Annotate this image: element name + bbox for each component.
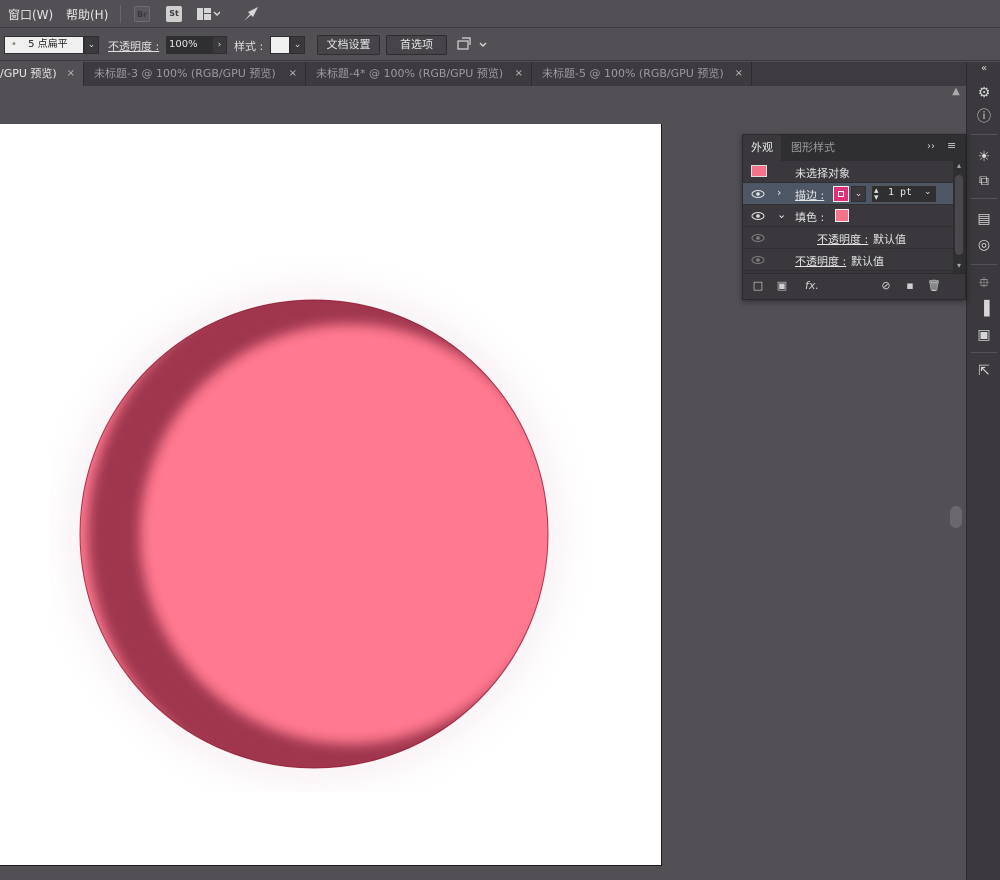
menu-window[interactable]: 窗口(W) [8, 6, 53, 23]
brush-dropdown-icon[interactable]: ⌄ [84, 36, 99, 54]
settings-gear-icon[interactable]: ⚙ [975, 84, 993, 102]
gradient-icon[interactable]: ▤ [975, 210, 993, 228]
close-icon[interactable]: × [289, 62, 297, 86]
visibility-eye-icon[interactable] [751, 187, 765, 201]
pink-circle-object[interactable] [50, 252, 590, 792]
stock-icon[interactable]: St [166, 6, 182, 22]
appearance-icon[interactable]: ☀ [975, 148, 993, 166]
artboards-icon[interactable]: ⯐ [975, 274, 993, 292]
scroll-down-icon[interactable]: ▾ [954, 261, 964, 271]
document-tab-bar: /GPU 预览) × 未标题-3 @ 100% (RGB/GPU 预览) × 未… [0, 62, 966, 86]
add-new-fill-icon[interactable]: ▣ [775, 279, 789, 293]
info-icon[interactable]: ⓘ [975, 108, 993, 126]
style-swatch[interactable] [270, 36, 290, 54]
tab-document-4[interactable]: 未标题-4* @ 100% (RGB/GPU 预览) × [306, 62, 532, 86]
stroke-row[interactable]: › 描边 : ⌄ ▴ ▾ 1 pt ⌄ [743, 183, 953, 205]
fill-color-swatch[interactable] [835, 209, 849, 222]
style-label: 样式 : [234, 40, 264, 53]
tab-label: 未标题-5 @ 100% (RGB/GPU 预览) [542, 67, 724, 80]
menu-help[interactable]: 帮助(H) [66, 6, 108, 23]
object-opacity-row[interactable]: 不透明度 : 默认值 [743, 249, 953, 271]
control-bar: • 5 点扁平 ⌄ 不透明度 : 100% › 样式 : ⌄ 文档设置 首选项 [0, 29, 1000, 61]
tab-label: 未标题-3 @ 100% (RGB/GPU 预览) [94, 67, 276, 80]
gpu-rocket-icon[interactable] [242, 5, 260, 23]
scroll-up-icon[interactable]: ▴ [954, 161, 964, 171]
tab-graphic-styles[interactable]: 图形样式 [783, 135, 843, 161]
tab-document-active[interactable]: /GPU 预览) × [0, 62, 84, 86]
menu-bar: 窗口(W) 帮助(H) Br St [0, 0, 1000, 28]
panel-scrollbar[interactable]: ▴ ▾ [953, 161, 965, 273]
brush-value: 5 点扁平 [28, 39, 68, 50]
opacity-arrow-icon[interactable]: › [212, 36, 227, 54]
scroll-up-icon[interactable]: ▲ [950, 86, 962, 102]
document-settings-button[interactable]: 文档设置 [317, 35, 380, 55]
fill-opacity-value: 默认值 [873, 233, 906, 246]
preferences-button[interactable]: 首选项 [386, 35, 447, 55]
panel-tab-bar: 外观 图形样式 ›› ≡ [743, 135, 965, 161]
tab-label: 未标题-4* @ 100% (RGB/GPU 预览) [316, 67, 504, 80]
visibility-eye-icon[interactable] [751, 209, 765, 223]
stroke-weight-dropdown-icon[interactable]: ⌄ [924, 187, 932, 197]
workspace-layout-icon[interactable] [196, 7, 221, 21]
selection-swatch [751, 165, 767, 177]
tab-label: /GPU 预览) [0, 67, 57, 80]
close-icon[interactable]: × [515, 62, 523, 86]
expand-chevron-icon[interactable]: › [777, 186, 781, 199]
scroll-thumb[interactable] [950, 506, 962, 528]
opacity-label: 不透明度 : [108, 40, 160, 53]
stroke-weight-value: 1 pt [888, 187, 913, 198]
transform-icon[interactable]: ⧉ [975, 172, 993, 190]
panel-scroll-thumb[interactable] [955, 175, 963, 255]
clear-appearance-icon[interactable]: ⊘ [879, 279, 893, 293]
tab-document-3[interactable]: 未标题-3 @ 100% (RGB/GPU 预览) × [84, 62, 306, 86]
object-opacity-value: 默认值 [851, 255, 884, 268]
fill-label: 填色 : [795, 211, 825, 224]
collapse-chevron-icon[interactable]: ⌄ [777, 208, 786, 221]
close-icon[interactable]: × [67, 62, 75, 86]
delete-item-icon[interactable]: 🗑 [927, 279, 941, 293]
tab-document-5[interactable]: 未标题-5 @ 100% (RGB/GPU 预览) × [532, 62, 752, 86]
export-icon[interactable]: ⇱ [975, 362, 993, 380]
brush-definition-field[interactable]: • 5 点扁平 [4, 36, 84, 54]
no-selection-row: 未选择对象 [743, 161, 953, 183]
stroke-color-swatch[interactable] [833, 186, 849, 202]
close-icon[interactable]: × [735, 62, 743, 86]
pathfinder-icon[interactable]: ▣ [975, 326, 993, 344]
panel-footer: □ ▣ fx. ⊘ ▪ 🗑 [743, 273, 965, 299]
fill-row[interactable]: ⌄ 填色 : [743, 205, 953, 227]
style-dropdown-icon[interactable]: ⌄ [290, 36, 305, 54]
menu-separator [120, 5, 121, 23]
bridge-icon[interactable]: Br [134, 6, 150, 22]
object-opacity-label[interactable]: 不透明度 : [795, 253, 846, 269]
duplicate-item-icon[interactable]: ▪ [903, 279, 917, 293]
tab-appearance[interactable]: 外观 [743, 135, 781, 161]
opacity-input[interactable]: 100% [166, 36, 212, 54]
transparency-icon[interactable]: ◎ [975, 236, 993, 254]
panel-menu-icon[interactable]: ≡ [947, 139, 956, 152]
fill-opacity-label[interactable]: 不透明度 : [817, 231, 868, 247]
align-icon[interactable]: ▐ [975, 300, 993, 318]
stroke-weight-field[interactable]: ▴ ▾ 1 pt ⌄ [871, 185, 937, 203]
right-panel-dock: « ⚙ ⓘ ☀ ⧉ ▤ ◎ ⯐ ▐ ▣ ⇱ [966, 62, 1000, 880]
visibility-eye-icon[interactable] [751, 253, 765, 267]
appearance-panel: 外观 图形样式 ›› ≡ 未选择对象 › 描边 : ⌄ ▴ ▾ 1 pt ⌄ ⌄… [742, 134, 966, 300]
collapse-panels-icon[interactable]: « [975, 60, 993, 78]
no-selection-label: 未选择对象 [795, 167, 850, 180]
add-new-stroke-icon[interactable]: □ [751, 279, 765, 293]
arrange-documents-icon[interactable] [456, 35, 490, 55]
stroke-label[interactable]: 描边 : [795, 187, 824, 203]
visibility-eye-icon[interactable] [751, 231, 765, 245]
add-effect-icon[interactable]: fx. [801, 279, 823, 293]
fill-opacity-row[interactable]: 不透明度 : 默认值 [743, 227, 953, 249]
stroke-color-dropdown-icon[interactable]: ⌄ [851, 186, 866, 202]
panel-expand-icon[interactable]: ›› [927, 141, 935, 152]
artboard[interactable] [0, 124, 662, 866]
